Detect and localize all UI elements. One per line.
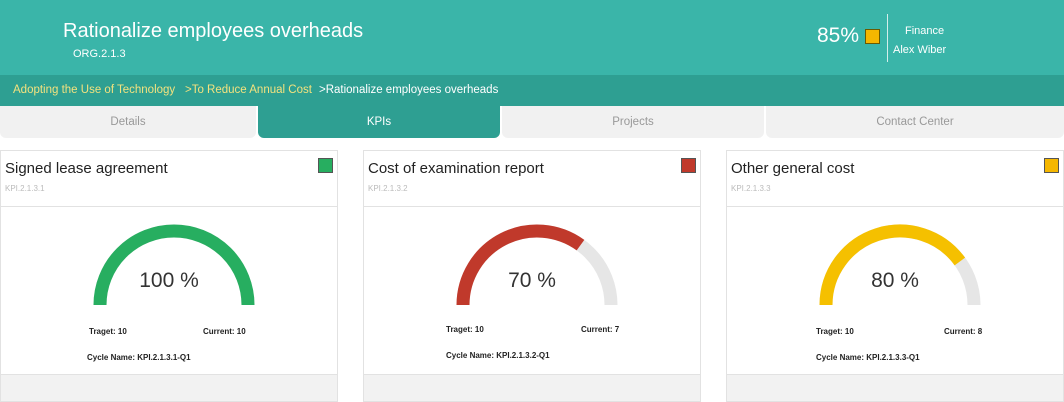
kpi-percent: 100 % <box>139 269 199 292</box>
gauge-fill <box>93 224 255 306</box>
kpi-code: KPI.2.1.3.2 <box>368 184 408 193</box>
kpi-target: Traget: 10 <box>816 327 854 336</box>
kpi-card-header: Cost of examination report KPI.2.1.3.2 <box>364 151 700 207</box>
kpi-card-footer <box>364 374 700 401</box>
tab-projects[interactable]: Projects <box>502 106 764 138</box>
gauge-track <box>93 224 255 306</box>
kpi-card[interactable]: Other general cost KPI.2.1.3.3 80 % Trag… <box>726 150 1064 402</box>
header-divider <box>887 14 888 62</box>
page-header: Rationalize employees overheads ORG.2.1.… <box>0 0 1064 75</box>
kpi-status-indicator <box>681 158 696 173</box>
kpi-status-indicator <box>1044 158 1059 173</box>
kpi-card[interactable]: Cost of examination report KPI.2.1.3.2 7… <box>363 150 701 402</box>
kpi-card-footer <box>727 374 1063 401</box>
kpi-title: Other general cost <box>731 160 855 177</box>
overall-percent: 85% <box>817 24 860 47</box>
department-label: Finance <box>905 25 945 37</box>
breadcrumb-item-current: >Rationalize employees overheads <box>319 84 499 96</box>
tab-bar: Details KPIs Projects Contact Center <box>0 106 1064 138</box>
kpi-target: Traget: 10 <box>89 327 127 336</box>
kpi-code: KPI.2.1.3.3 <box>731 184 771 193</box>
page-title: Rationalize employees overheads <box>63 20 364 42</box>
gauge-fill <box>456 224 585 306</box>
kpi-percent: 70 % <box>508 269 556 292</box>
tab-contact-center[interactable]: Contact Center <box>766 106 1064 138</box>
kpi-target: Traget: 10 <box>446 325 484 334</box>
gauge-track <box>819 224 981 306</box>
gauge-track <box>456 224 618 306</box>
kpi-current: Current: 7 <box>581 325 620 334</box>
breadcrumb-item-goal[interactable]: >To Reduce Annual Cost <box>185 84 312 96</box>
overall-status-indicator <box>865 29 880 44</box>
kpi-title: Signed lease agreement <box>5 160 168 177</box>
owner-name: Alex Wiber <box>893 44 947 56</box>
kpi-status-indicator <box>318 158 333 173</box>
breadcrumb: Adopting the Use of Technology >To Reduc… <box>0 75 1064 106</box>
kpi-card-footer <box>1 374 337 401</box>
kpi-card-header: Signed lease agreement KPI.2.1.3.1 <box>1 151 337 207</box>
kpi-current: Current: 10 <box>203 327 246 336</box>
kpi-cycle-name: Cycle Name: KPI.2.1.3.2-Q1 <box>446 351 550 360</box>
kpi-current: Current: 8 <box>944 327 983 336</box>
tab-details[interactable]: Details <box>0 106 256 138</box>
gauge-fill <box>819 224 966 306</box>
tab-kpis[interactable]: KPIs <box>258 106 500 138</box>
kpi-card-header: Other general cost KPI.2.1.3.3 <box>727 151 1063 207</box>
kpi-percent: 80 % <box>871 269 919 292</box>
kpi-cycle-name: Cycle Name: KPI.2.1.3.1-Q1 <box>87 353 191 362</box>
kpi-title: Cost of examination report <box>368 160 544 177</box>
kpi-cycle-name: Cycle Name: KPI.2.1.3.3-Q1 <box>816 353 920 362</box>
breadcrumb-item-objective[interactable]: Adopting the Use of Technology <box>13 84 175 96</box>
org-code: ORG.2.1.3 <box>73 48 126 60</box>
kpi-code: KPI.2.1.3.1 <box>5 184 45 193</box>
kpi-card[interactable]: Signed lease agreement KPI.2.1.3.1 100 %… <box>0 150 338 402</box>
